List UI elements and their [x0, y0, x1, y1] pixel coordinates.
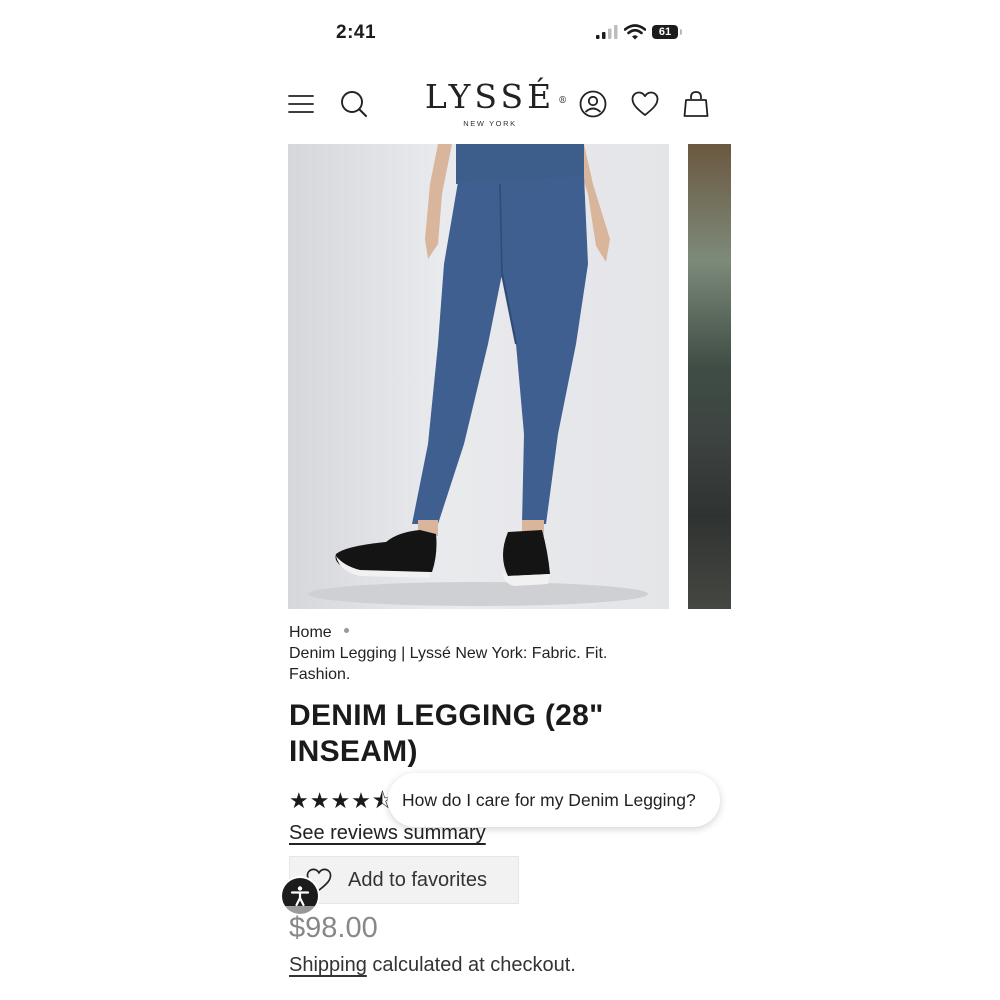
add-to-favorites-label: Add to favorites	[348, 868, 487, 891]
brand-logo[interactable]: LYSSÉ ® NEW YORK	[420, 77, 567, 129]
wifi-icon	[624, 24, 646, 40]
shipping-note: Shipping calculated at checkout.	[289, 954, 576, 977]
logo-registered-mark: ®	[558, 96, 568, 106]
menu-icon[interactable]	[283, 86, 319, 122]
status-icons: 61	[596, 24, 682, 40]
breadcrumb-separator	[343, 628, 349, 634]
rating-stars[interactable]: ★★★★⯪	[289, 784, 394, 822]
battery-icon: 61	[652, 25, 682, 39]
status-time: 2:41	[336, 22, 377, 43]
signal-icon	[596, 25, 618, 39]
product-image[interactable]	[288, 144, 669, 609]
logo-wordmark: LYSSÉ ®	[424, 77, 567, 116]
wishlist-icon[interactable]	[627, 86, 663, 122]
breadcrumb-home-link[interactable]: Home	[289, 624, 332, 641]
search-icon[interactable]	[336, 86, 372, 122]
breadcrumb: Home Denim Legging | Lyssé New York: Fab…	[289, 622, 669, 685]
add-to-favorites-button[interactable]: Add to favorites	[289, 856, 519, 904]
accessibility-icon	[290, 886, 310, 907]
logo-text: LYSSÉ	[424, 77, 556, 116]
reviews-summary-link[interactable]: See reviews summary	[289, 822, 486, 845]
logo-subtitle: NEW YORK	[463, 119, 517, 128]
legging-photo	[308, 144, 648, 606]
breadcrumb-current: Denim Legging | Lyssé New York: Fabric. …	[289, 645, 608, 683]
product-title: DENIM LEGGING (28" INSEAM)	[289, 699, 604, 768]
faq-suggestion-text: How do I care for my Denim Legging?	[402, 789, 696, 810]
faq-suggestion-bubble[interactable]: How do I care for my Denim Legging?	[388, 773, 720, 827]
shipping-text: calculated at checkout.	[366, 954, 576, 976]
shipping-link[interactable]: Shipping	[289, 954, 367, 976]
battery-level: 61	[658, 26, 672, 38]
product-price: $98.00	[289, 912, 378, 944]
account-icon[interactable]	[575, 86, 611, 122]
cart-icon[interactable]	[678, 86, 714, 122]
next-product-image[interactable]	[688, 144, 731, 609]
